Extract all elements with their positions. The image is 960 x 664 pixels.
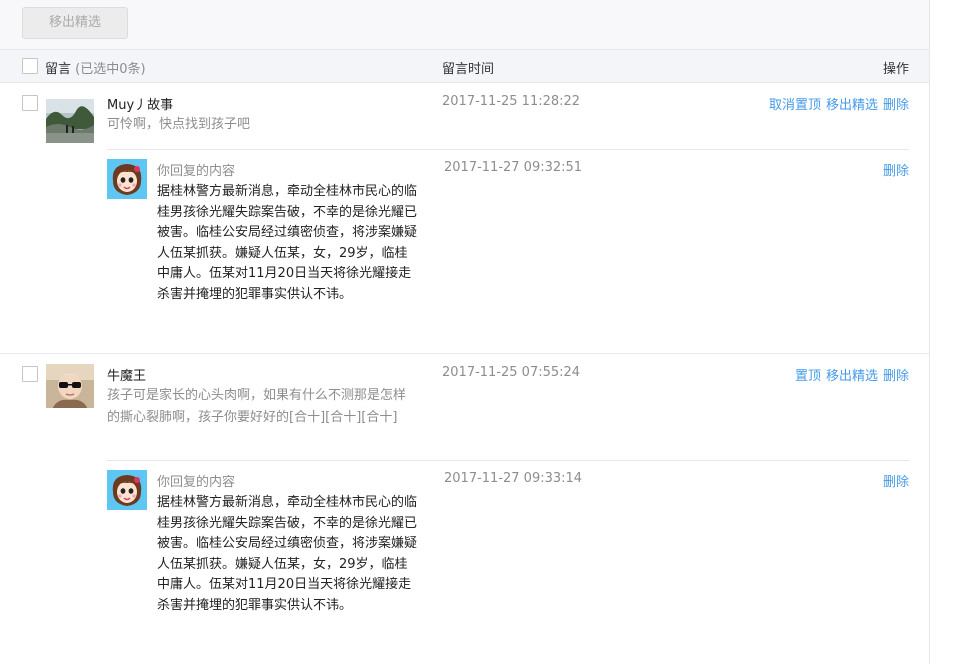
reply-time: 2017-11-27 09:32:51 xyxy=(444,160,583,175)
comment-time: 2017-11-25 07:55:24 xyxy=(442,365,581,380)
reply-delete-link[interactable]: 删除 xyxy=(883,160,909,179)
reply-text: 据桂林警方最新消息，牵动全桂林市民心的临桂男孩徐光耀失踪案告破，不幸的是徐光耀已… xyxy=(157,184,418,302)
comment-checkbox[interactable] xyxy=(22,95,38,111)
avatar xyxy=(46,364,94,408)
reply-label: 你回复的内容 xyxy=(157,164,236,179)
remove-featured-link[interactable]: 移出精选 xyxy=(826,369,878,384)
reply-delete-link[interactable]: 删除 xyxy=(883,471,909,490)
selected-count: (已选中0条) xyxy=(75,62,146,77)
toolbar: 移出精选 xyxy=(0,0,929,49)
select-all-checkbox[interactable] xyxy=(22,58,38,74)
reply-avatar xyxy=(107,470,147,510)
comment-author: 牛魔王 xyxy=(107,369,147,384)
table-header: 留言 (已选中0条) 留言时间 操作 xyxy=(0,49,929,83)
header-time: 留言时间 xyxy=(442,62,495,77)
comment-row: 牛魔王 孩子可是家长的心头肉啊，如果有什么不测那是怎样的撕心裂肺啊，孩子你要好好… xyxy=(0,354,929,664)
comments-panel: 移出精选 留言 (已选中0条) 留言时间 操作 Muy丿故事 可怜啊，快点找到孩… xyxy=(0,0,930,664)
delete-link[interactable]: 删除 xyxy=(883,369,909,384)
comment-text: 可怜啊，快点找到孩子吧 xyxy=(107,117,251,132)
comment-time: 2017-11-25 11:28:22 xyxy=(442,94,581,109)
comment-row: Muy丿故事 可怜啊，快点找到孩子吧 2017-11-25 11:28:22 取… xyxy=(0,83,929,353)
remove-featured-link[interactable]: 移出精选 xyxy=(826,98,878,113)
reply-block: 你回复的内容 据桂林警方最新消息，牵动全桂林市民心的临桂男孩徐光耀失踪案告破，不… xyxy=(107,460,909,664)
comment-actions: 取消置顶 移出精选 删除 xyxy=(764,94,909,113)
reply-text: 据桂林警方最新消息，牵动全桂林市民心的临桂男孩徐光耀失踪案告破，不幸的是徐光耀已… xyxy=(157,495,418,613)
reply-time: 2017-11-27 09:33:14 xyxy=(444,471,583,486)
comment-text: 孩子可是家长的心头肉啊，如果有什么不测那是怎样的撕心裂肺啊，孩子你要好好的[合十… xyxy=(107,388,407,425)
header-actions: 操作 xyxy=(882,62,909,77)
reply-avatar xyxy=(107,159,147,199)
remove-featured-button[interactable]: 移出精选 xyxy=(22,7,128,39)
unpin-link[interactable]: 取消置顶 xyxy=(769,98,821,113)
reply-label: 你回复的内容 xyxy=(157,475,236,490)
header-message-label: 留言 xyxy=(45,62,72,77)
header-message: 留言 (已选中0条) xyxy=(45,58,146,77)
avatar xyxy=(46,99,94,143)
delete-link[interactable]: 删除 xyxy=(883,98,909,113)
pin-link[interactable]: 置顶 xyxy=(795,369,821,384)
comment-checkbox[interactable] xyxy=(22,366,38,382)
reply-block: 你回复的内容 据桂林警方最新消息，牵动全桂林市民心的临桂男孩徐光耀失踪案告破，不… xyxy=(107,149,909,353)
comment-author: Muy丿故事 xyxy=(107,98,174,113)
comment-actions: 置顶 移出精选 删除 xyxy=(790,365,909,384)
